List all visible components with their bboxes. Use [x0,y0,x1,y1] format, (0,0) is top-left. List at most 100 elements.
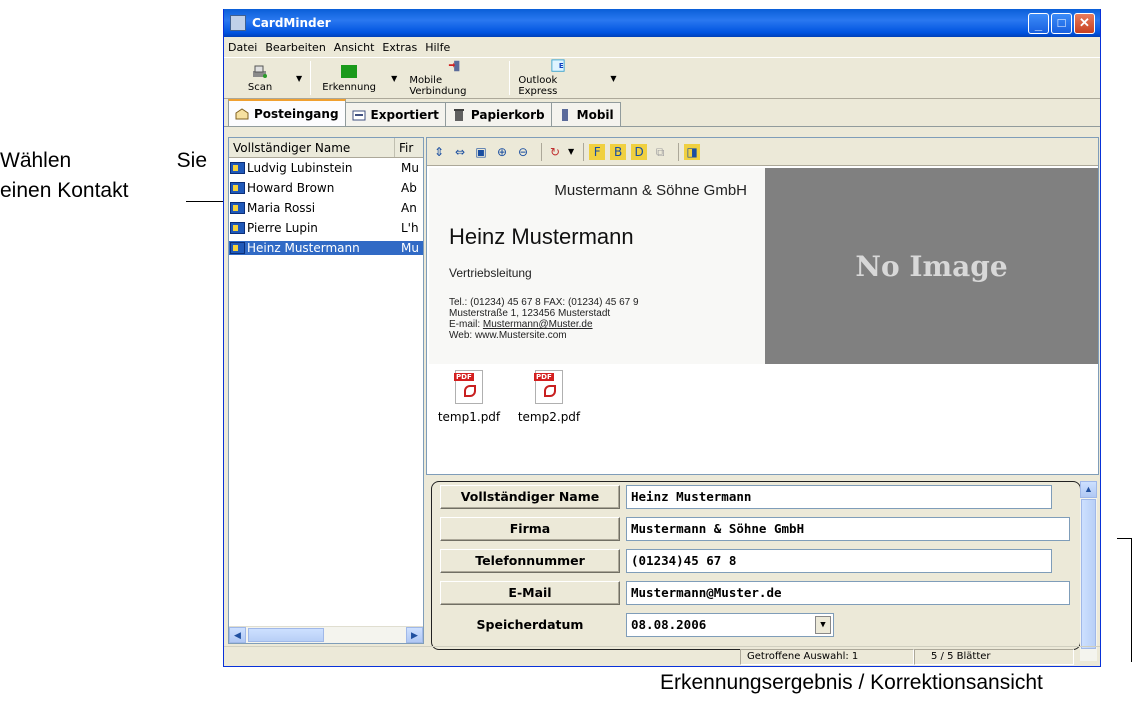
attachment-item[interactable]: PDF temp2.pdf [509,370,589,430]
tab-exportiert[interactable]: Exportiert [344,102,446,126]
scroll-up-icon[interactable]: ▲ [1080,481,1097,498]
contact-firm: Mu [401,161,419,175]
main-toolbar: Scan ▼ Erkennung ▼ Mobile Verbindung E O… [224,57,1100,99]
callout-leader-right-h [1117,538,1131,539]
email-field[interactable]: Mustermann@Muster.de [626,581,1070,605]
tab-mobil[interactable]: Mobil [550,102,621,126]
scroll-left-icon[interactable]: ◀ [229,627,246,643]
field-label-firm[interactable]: Firma [440,517,620,541]
contact-firm: L'h [401,221,419,235]
mobile-icon [561,108,568,121]
pdf-icon: PDF [454,370,483,404]
menu-extras[interactable]: Extras [382,41,417,54]
column-header-name[interactable]: Vollständiger Name [229,138,395,157]
outlook-express-button[interactable]: E Outlook Express [512,59,604,97]
trash-icon [453,108,464,121]
erkennung-dropdown-icon[interactable]: ▼ [391,74,397,83]
status-selection: Getroffene Auswahl: 1 [740,648,914,665]
callout-word-1: Wählen [0,149,72,172]
callout-line-2: einen Kontakt [0,179,129,202]
card-email-line: E-mail: Mustermann@Muster.de [449,319,593,330]
back-side-icon[interactable]: B [610,143,627,160]
contact-name: Heinz Mustermann [247,241,360,255]
card-tel: Tel.: (01234) 45 67 8 FAX: (01234) 45 67… [449,297,639,308]
fit-height-icon[interactable]: ⇕ [431,144,447,160]
fit-width-icon[interactable]: ⇔ [452,144,468,160]
folder-tabs: Posteingang Exportiert Papierkorb Mobil [224,99,1100,127]
menu-bearbeiten[interactable]: Bearbeiten [265,41,325,54]
scanner-icon [253,65,267,78]
front-side-icon[interactable]: F [589,143,606,160]
rotate-dropdown-icon[interactable]: ▼ [568,147,574,156]
title-bar[interactable]: CardMinder _ □ ✕ [224,9,1100,37]
phone-field[interactable]: (01234)45 67 8 [626,549,1052,573]
card-viewer: ⇕ ⇔ ▣ ⊕ ⊖ ↻ ▼ F B D ⧉ ◨ Mustermann & Söh… [426,137,1099,475]
viewer-toolbar: ⇕ ⇔ ▣ ⊕ ⊖ ↻ ▼ F B D ⧉ ◨ [427,138,1098,166]
scroll-thumb[interactable] [248,628,324,642]
scan-dropdown-icon[interactable]: ▼ [296,74,302,83]
scroll-right-icon[interactable]: ▶ [406,627,423,643]
pdf-icon: PDF [534,370,563,404]
full-name-field[interactable]: Heinz Mustermann [626,485,1052,509]
attachment-filename: temp1.pdf [437,410,501,424]
form-row-name: Vollständiger Name Heinz Mustermann [440,485,1052,509]
recognition-de-icon [341,64,358,78]
menu-datei[interactable]: Datei [228,41,257,54]
recognize-card-icon[interactable]: ◨ [684,143,701,160]
rotate-icon[interactable]: ↻ [547,144,563,160]
viewer-separator [583,142,585,161]
menu-ansicht[interactable]: Ansicht [334,41,375,54]
scan-button[interactable]: Scan [230,59,290,97]
company-field[interactable]: Mustermann & Söhne GmbH [626,517,1070,541]
form-vertical-scrollbar[interactable]: ▲ [1080,481,1097,661]
toolbar-separator [509,61,511,95]
list-item[interactable]: Ludvig Lubinstein Mu [229,158,423,178]
card-web: Web: www.Mustersite.com [449,330,567,341]
mobile-connection-button[interactable]: Mobile Verbindung [403,59,507,97]
both-sides-icon[interactable]: D [631,143,648,160]
form-scroll-thumb[interactable] [1081,499,1096,649]
contact-firm: Mu [395,241,423,255]
card-icon [230,202,245,214]
mobile-phone-icon [449,60,460,72]
zoom-in-icon[interactable]: ⊕ [494,144,510,160]
toolbar-separator [310,61,312,95]
zoom-out-icon[interactable]: ⊖ [515,144,531,160]
contact-name: Ludvig Lubinstein [247,161,353,175]
list-item[interactable]: Pierre Lupin L'h [229,218,423,238]
callout-word-2: Sie [176,149,207,172]
column-header-firm[interactable]: Fir [395,138,423,157]
card-person: Heinz Mustermann [449,224,634,249]
contact-name: Pierre Lupin [247,221,318,235]
erkennung-button[interactable]: Erkennung [313,59,385,97]
card-icon [230,182,245,194]
form-row-email: E-Mail Mustermann@Muster.de [440,581,1070,605]
outlook-dropdown-icon[interactable]: ▼ [610,74,616,83]
tab-papierkorb[interactable]: Papierkorb [444,102,552,126]
contact-firm: An [401,201,417,215]
field-label-phone[interactable]: Telefonnummer [440,549,620,573]
list-header: Vollständiger Name Fir [229,138,423,158]
attachment-item[interactable]: PDF temp1.pdf [429,370,509,430]
list-item[interactable]: Howard Brown Ab [229,178,423,198]
callout-leader-right-v [1131,538,1132,662]
field-label-email[interactable]: E-Mail [440,581,620,605]
card-icon [230,242,245,254]
minimize-button[interactable]: _ [1028,12,1049,34]
list-item-selected[interactable]: Heinz Mustermann Mu [229,238,423,258]
maximize-button[interactable]: □ [1051,12,1072,34]
field-label-name[interactable]: Vollständiger Name [440,485,620,509]
menu-hilfe[interactable]: Hilfe [425,41,450,54]
card-company: Mustermann & Söhne GmbH [554,182,747,199]
save-date-value: 08.08.2006 [631,617,707,632]
back-side-placeholder: No Image [765,168,1098,364]
card-address: Musterstraße 1, 123456 Musterstadt [449,308,611,319]
list-item[interactable]: Maria Rossi An [229,198,423,218]
horizontal-scrollbar[interactable]: ◀ ▶ [229,626,423,643]
fit-page-icon[interactable]: ▣ [473,144,489,160]
viewer-separator [541,142,542,161]
close-button[interactable]: ✕ [1074,12,1095,34]
tab-posteingang[interactable]: Posteingang [228,99,346,126]
save-date-select[interactable]: 08.08.2006 ▼ [626,613,834,637]
chevron-down-icon[interactable]: ▼ [815,616,831,634]
